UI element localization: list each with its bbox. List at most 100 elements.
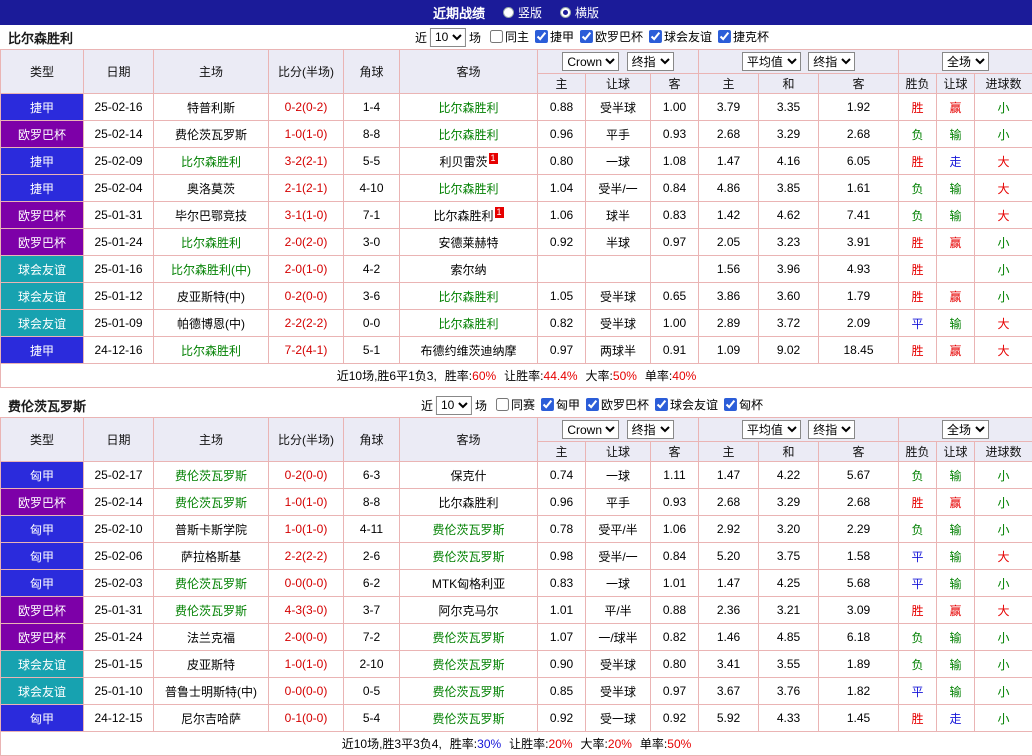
corner-cell: 8-8: [344, 489, 400, 516]
filter-checkbox[interactable]: 同赛: [496, 396, 535, 413]
away-team-cell: 安德莱赫特: [400, 229, 538, 256]
summary-stat-label: 单率:: [645, 369, 672, 383]
average-select[interactable]: 平均值: [742, 420, 801, 439]
handicap-result-cell: 输: [937, 678, 975, 705]
final-odds-select[interactable]: 终指: [627, 420, 674, 439]
avg-home-cell: 1.42: [699, 202, 759, 229]
goals-result-cell: 大: [975, 310, 1032, 337]
handicap-result-cell: 赢: [937, 94, 975, 121]
avg-draw-cell: 4.85: [759, 624, 819, 651]
odds-home-cell: 0.83: [538, 570, 586, 597]
filter-checkbox[interactable]: 捷甲: [535, 28, 574, 45]
corner-cell: 7-2: [344, 624, 400, 651]
checkbox-input[interactable]: [586, 398, 599, 411]
avg-away-cell: 2.29: [819, 516, 899, 543]
radio-selected-icon[interactable]: [560, 7, 571, 18]
sub-odds-home: 主: [538, 74, 586, 94]
filter-checkbox[interactable]: 球会友谊: [655, 396, 718, 413]
checkbox-input[interactable]: [535, 30, 548, 43]
score-cell: 2-2(2-2): [269, 543, 344, 570]
average-select[interactable]: 平均值: [742, 52, 801, 71]
handicap-result-cell: 输: [937, 624, 975, 651]
goals-result-cell: 小: [975, 256, 1032, 283]
checkbox-input[interactable]: [649, 30, 662, 43]
avg-away-cell: 1.61: [819, 175, 899, 202]
home-team-cell: 特普利斯: [154, 94, 269, 121]
odds-home-cell: 1.04: [538, 175, 586, 202]
avg-final-select[interactable]: 终指: [808, 52, 855, 71]
checkbox-input[interactable]: [580, 30, 593, 43]
summary-stat-label: 单率:: [640, 737, 667, 751]
col-type: 类型: [1, 418, 84, 462]
match-count-select[interactable]: 10: [436, 396, 472, 415]
odds-home-cell: 0.92: [538, 229, 586, 256]
summary-stat-label: 胜率:: [445, 369, 472, 383]
home-team-cell: 费伦茨瓦罗斯: [154, 121, 269, 148]
avg-home-cell: 1.47: [699, 570, 759, 597]
filter-checkbox[interactable]: 捷克杯: [718, 28, 769, 45]
match-row: 球会友谊25-01-15皮亚斯特1-0(1-0)2-10费伦茨瓦罗斯0.90受半…: [1, 651, 1032, 678]
date-cell: 25-02-03: [84, 570, 154, 597]
checkbox-input[interactable]: [541, 398, 554, 411]
league-cell: 球会友谊: [1, 678, 84, 705]
handicap-result-cell: 输: [937, 462, 975, 489]
bookmaker-select[interactable]: Crown: [562, 52, 619, 71]
avg-home-cell: 3.67: [699, 678, 759, 705]
match-row: 欧罗巴杯25-01-24比尔森胜利2-0(2-0)3-0安德莱赫特0.92半球0…: [1, 229, 1032, 256]
handicap-result-cell: 赢: [937, 337, 975, 364]
home-team-cell: 比尔森胜利: [154, 229, 269, 256]
team-section-home: 比尔森胜利 近 10 场 同主捷甲欧罗巴杯球会友谊捷克杯 类型 日期 主场 比分…: [0, 25, 1032, 388]
summary-stat-value: 40%: [672, 369, 696, 383]
score-cell: 0-0(0-0): [269, 570, 344, 597]
date-cell: 25-01-31: [84, 202, 154, 229]
bookmaker-select[interactable]: Crown: [562, 420, 619, 439]
checkbox-input[interactable]: [496, 398, 509, 411]
corner-cell: 5-1: [344, 337, 400, 364]
avg-away-cell: 5.67: [819, 462, 899, 489]
odds-home-cell: 0.90: [538, 651, 586, 678]
radio-icon[interactable]: [503, 7, 514, 18]
radio-horizontal-label: 横版: [575, 4, 599, 21]
checkbox-input[interactable]: [490, 30, 503, 43]
avg-final-select[interactable]: 终指: [808, 420, 855, 439]
summary-stat-value: 50%: [667, 737, 691, 751]
result-cell: 胜: [899, 489, 937, 516]
layout-radio-horizontal[interactable]: 横版: [560, 4, 599, 21]
fulltime-select[interactable]: 全场: [942, 420, 989, 439]
odds-away-cell: 1.08: [651, 148, 699, 175]
handicap-cell: 受半球: [586, 310, 651, 337]
col-score: 比分(半场): [269, 50, 344, 94]
corner-cell: 3-6: [344, 283, 400, 310]
avg-draw-cell: 3.75: [759, 543, 819, 570]
handicap-result-cell: 输: [937, 175, 975, 202]
match-row: 欧罗巴杯25-01-31毕尔巴鄂竞技3-1(1-0)7-1比尔森胜利11.06球…: [1, 202, 1032, 229]
match-row: 捷甲24-12-16比尔森胜利7-2(4-1)5-1布德约维茨迪纳摩0.97两球…: [1, 337, 1032, 364]
filter-checkbox[interactable]: 欧罗巴杯: [586, 396, 649, 413]
filter-checkbox[interactable]: 球会友谊: [649, 28, 712, 45]
sub-odds-away: 客: [651, 74, 699, 94]
avg-home-cell: 1.47: [699, 462, 759, 489]
avg-draw-cell: 4.22: [759, 462, 819, 489]
checkbox-input[interactable]: [724, 398, 737, 411]
summary-stat-label: 大率:: [581, 737, 608, 751]
checkbox-input[interactable]: [718, 30, 731, 43]
layout-radio-vertical[interactable]: 竖版: [503, 4, 542, 21]
col-type: 类型: [1, 50, 84, 94]
fulltime-select[interactable]: 全场: [942, 52, 989, 71]
avg-draw-cell: 4.33: [759, 705, 819, 732]
odds-home-cell: 1.06: [538, 202, 586, 229]
odds-group-header: Crown 终指: [538, 50, 699, 74]
filter-checkbox[interactable]: 同主: [490, 28, 529, 45]
filter-controls: 近 10 场 同主捷甲欧罗巴杯球会友谊捷克杯: [415, 28, 769, 47]
filter-checkbox[interactable]: 欧罗巴杯: [580, 28, 643, 45]
score-cell: 2-1(2-1): [269, 175, 344, 202]
checkbox-input[interactable]: [655, 398, 668, 411]
avg-away-cell: 2.68: [819, 121, 899, 148]
filter-checkbox[interactable]: 匈杯: [724, 396, 763, 413]
goals-result-cell: 大: [975, 337, 1032, 364]
avg-home-cell: 4.86: [699, 175, 759, 202]
odds-away-cell: 0.82: [651, 624, 699, 651]
final-odds-select[interactable]: 终指: [627, 52, 674, 71]
filter-checkbox[interactable]: 匈甲: [541, 396, 580, 413]
match-count-select[interactable]: 10: [430, 28, 466, 47]
